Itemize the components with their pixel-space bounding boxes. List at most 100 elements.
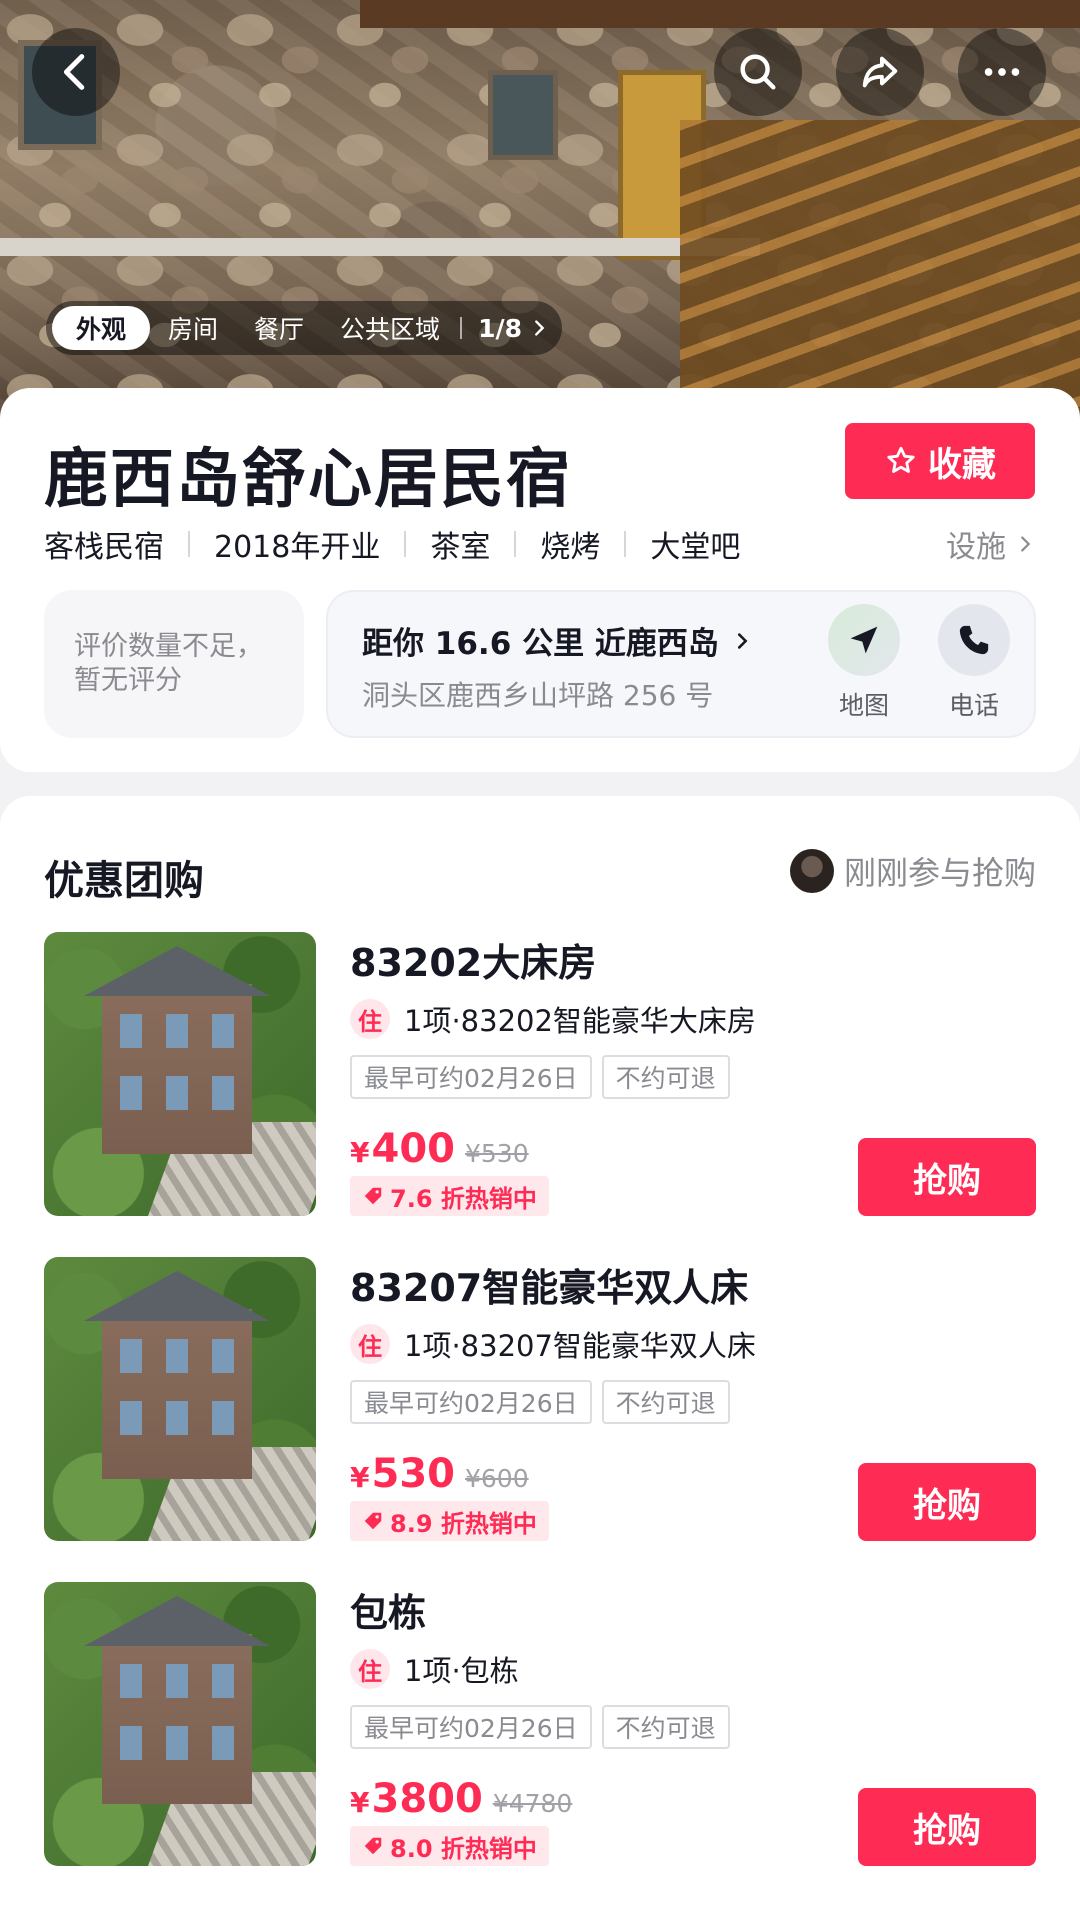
hotel-tag: 2018年开业 — [214, 530, 381, 565]
deal-name: 83207智能豪华双人床 — [350, 1266, 749, 1310]
deal-photo-window — [166, 1726, 188, 1760]
phone-icon-bg — [938, 604, 1010, 676]
facilities-label: 设施 — [946, 530, 1006, 565]
refund-chip: 不约可退 — [601, 1055, 730, 1099]
current-price: 3800 — [371, 1776, 483, 1822]
chevron-right-icon — [1021, 536, 1031, 552]
deal-price: ¥ 3800 ¥4780 — [350, 1776, 572, 1822]
facilities-link[interactable]: 设施 — [946, 522, 1036, 566]
more-icon — [984, 68, 1020, 76]
hero-image-gallery[interactable]: 外观 房间 餐厅 公共区域 1/8 — [0, 0, 1080, 420]
deal-chips: 最早可约02月26日 不约可退 — [350, 1705, 740, 1749]
deal-photo-window — [166, 1339, 188, 1373]
rating-text: 评价数量不足，暂无评分 — [74, 631, 263, 696]
currency-symbol: ¥ — [350, 1136, 370, 1169]
booking-date-chip: 最早可约02月26日 — [350, 1705, 592, 1749]
original-price: ¥530 — [464, 1139, 529, 1168]
currency-symbol: ¥ — [350, 1461, 370, 1494]
deal-photo-house — [84, 1271, 270, 1479]
price-tag-icon — [364, 1187, 382, 1205]
deal-photo-window — [212, 1664, 234, 1698]
deal-item[interactable]: 包栋 住 1项·包栋 最早可约02月26日 不约可退 ¥ 3800 ¥4780 … — [44, 1582, 1036, 1866]
deal-photo-window — [120, 1664, 142, 1698]
more-button[interactable] — [958, 28, 1046, 116]
discount-text: 8.0 折热销中 — [390, 1834, 537, 1863]
booking-date-chip: 最早可约02月26日 — [350, 1055, 592, 1099]
favorite-label: 收藏 — [928, 444, 996, 485]
image-tab-divider — [460, 317, 463, 339]
discount-text: 7.6 折热销中 — [390, 1184, 537, 1213]
location-box[interactable]: 距你 16.6 公里 近鹿西岛 洞头区鹿西乡山坪路 256 号 地图 电话 — [326, 590, 1036, 738]
hotel-tag: 客栈民宿 — [44, 530, 164, 565]
stay-badge: 住 — [350, 999, 390, 1039]
hero-photo-window — [488, 70, 558, 160]
deal-contents-text: 1项·83202智能豪华大床房 — [404, 1004, 756, 1038]
image-counter[interactable]: 1/8 — [464, 314, 556, 343]
deal-photo-window — [212, 1076, 234, 1110]
buy-button[interactable]: 抢购 — [858, 1788, 1036, 1866]
favorite-button[interactable]: 收藏 — [845, 423, 1035, 499]
deal-photo-window — [120, 1339, 142, 1373]
buy-button[interactable]: 抢购 — [858, 1138, 1036, 1216]
search-button[interactable] — [714, 28, 802, 116]
deal-photo-window — [120, 1014, 142, 1048]
original-price: ¥600 — [464, 1464, 529, 1493]
tag-divider — [188, 531, 190, 557]
hero-photo-balcony — [0, 238, 760, 256]
deal-photo-window — [212, 1339, 234, 1373]
distance-text[interactable]: 距你 16.6 公里 近鹿西岛 — [362, 618, 753, 663]
deal-price: ¥ 400 ¥530 — [350, 1126, 529, 1172]
group-deals-section: 优惠团购 刚刚参与抢购 83202大床房 住 1项·83202智能豪华大床房 最… — [0, 796, 1080, 1909]
deal-name: 包栋 — [350, 1591, 427, 1635]
phone-icon — [959, 625, 989, 655]
deal-name: 83202大床房 — [350, 941, 597, 985]
currency-symbol: ¥ — [350, 1786, 370, 1819]
image-tab-exterior[interactable]: 外观 — [52, 306, 151, 350]
deal-thumbnail — [44, 932, 316, 1216]
hotel-tag: 茶室 — [430, 530, 491, 565]
deal-item[interactable]: 83202大床房 住 1项·83202智能豪华大床房 最早可约02月26日 不约… — [44, 932, 1036, 1216]
map-icon-bg — [828, 604, 900, 676]
deal-thumbnail — [44, 1582, 316, 1866]
deal-photo-house — [84, 946, 270, 1154]
hero-photo-stairs — [680, 120, 1080, 420]
hotel-tags: 客栈民宿 2018年开业 茶室 烧烤 大堂吧 — [44, 522, 740, 566]
deal-item[interactable]: 83207智能豪华双人床 住 1项·83207智能豪华双人床 最早可约02月26… — [44, 1257, 1036, 1541]
image-category-tabs: 外观 房间 餐厅 公共区域 1/8 — [46, 301, 562, 355]
booking-date-chip: 最早可约02月26日 — [350, 1380, 592, 1424]
deal-photo-window — [166, 1014, 188, 1048]
share-icon — [862, 56, 898, 88]
refund-chip: 不约可退 — [601, 1705, 730, 1749]
image-tab-public-area[interactable]: 公共区域 — [322, 306, 458, 350]
back-icon — [63, 54, 85, 90]
deal-chips: 最早可约02月26日 不约可退 — [350, 1380, 740, 1424]
recent-purchase-text: 刚刚参与抢购 — [843, 854, 1036, 892]
buy-button[interactable]: 抢购 — [858, 1463, 1036, 1541]
stay-badge: 住 — [350, 1649, 390, 1689]
image-counter-text: 1/8 — [478, 313, 522, 343]
refund-chip: 不约可退 — [601, 1380, 730, 1424]
deal-photo-window — [212, 1014, 234, 1048]
share-button[interactable] — [836, 28, 924, 116]
phone-label: 电话 — [948, 691, 999, 720]
deal-price: ¥ 530 ¥600 — [350, 1451, 529, 1497]
stay-badge: 住 — [350, 1324, 390, 1364]
tag-divider — [404, 531, 407, 557]
rating-box[interactable]: 评价数量不足，暂无评分 — [44, 590, 304, 738]
discount-badge: 8.9 折热销中 — [350, 1501, 549, 1541]
deal-photo-window — [120, 1076, 142, 1110]
phone-button[interactable]: 电话 — [934, 604, 1014, 722]
back-button[interactable] — [32, 28, 120, 116]
hotel-name: 鹿西岛舒心居民宿 — [44, 443, 572, 517]
distance-label: 距你 16.6 公里 近鹿西岛 — [362, 626, 719, 662]
image-tab-restaurant[interactable]: 餐厅 — [236, 306, 322, 350]
star-icon — [887, 446, 915, 473]
avatar — [789, 849, 834, 893]
image-tab-room[interactable]: 房间 — [150, 306, 236, 350]
hero-photo-roof — [360, 0, 1080, 28]
tag-divider — [514, 531, 517, 557]
discount-badge: 7.6 折热销中 — [350, 1176, 549, 1216]
deal-photo-window — [120, 1401, 142, 1435]
deal-photo-window — [212, 1726, 234, 1760]
map-button[interactable]: 地图 — [824, 604, 904, 722]
